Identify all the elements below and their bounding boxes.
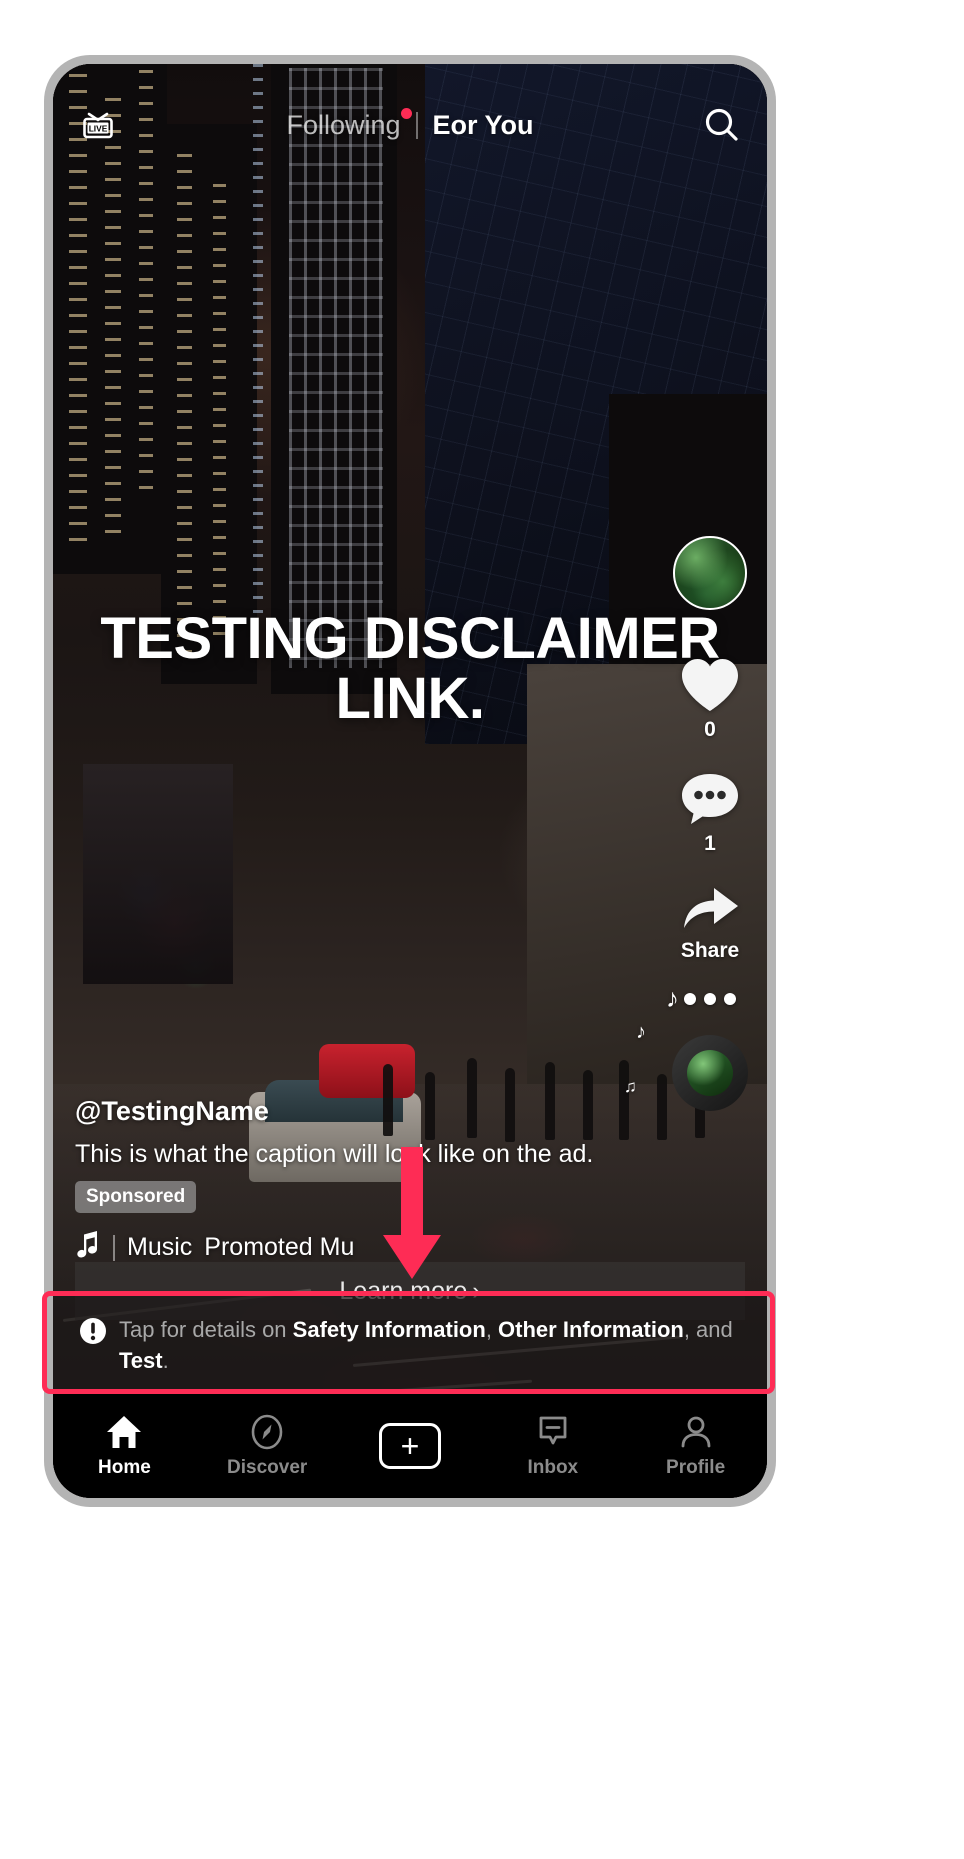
share-label: Share xyxy=(680,939,740,962)
avatar xyxy=(673,536,747,610)
tab-discover-label: Discover xyxy=(227,1457,308,1478)
pedestrian xyxy=(657,1074,667,1140)
disclaimer-suffix: . xyxy=(162,1347,169,1373)
tab-profile-label: Profile xyxy=(666,1457,726,1478)
heart-icon xyxy=(682,659,738,711)
svg-text:LIVE: LIVE xyxy=(89,124,108,134)
disclaimer-separator-2: , and xyxy=(683,1316,733,1342)
like-button[interactable]: 0 xyxy=(678,656,742,742)
vehicle xyxy=(319,1044,415,1098)
music-row[interactable]: Music Promoted Mu xyxy=(75,1229,635,1266)
building-silhouette xyxy=(161,124,257,684)
home-icon xyxy=(107,1416,142,1448)
music-disc-button[interactable]: ♪ ♪ ♫ xyxy=(624,983,748,1111)
tab-discover[interactable]: Discover xyxy=(196,1413,339,1479)
music-note-icon xyxy=(75,1229,101,1266)
phone-bezel: TESTING DISCLAIMER LINK. LIVE Following xyxy=(44,55,776,1507)
music-note-icon: ♪ xyxy=(636,1021,646,1043)
tab-following-label: Following xyxy=(286,109,401,140)
video-headline-text: TESTING DISCLAIMER LINK. xyxy=(100,606,720,732)
comment-button[interactable]: 1 xyxy=(679,770,741,856)
disclaimer-prefix: Tap for details on xyxy=(119,1316,293,1342)
three-dots-icon xyxy=(724,993,736,1005)
music-track-name: Promoted Mu xyxy=(204,1233,355,1261)
tab-for-you-label: Eor You xyxy=(432,109,534,140)
music-note-glyph xyxy=(77,1231,98,1258)
person-icon xyxy=(681,1416,710,1448)
share-arrow-icon xyxy=(684,888,738,928)
search-icon xyxy=(705,108,738,141)
down-arrow-annotation-icon xyxy=(383,1147,441,1279)
more-options-button[interactable] xyxy=(684,993,736,1005)
disclaimer-banner[interactable]: Tap for details on Safety Information, O… xyxy=(53,1293,767,1394)
three-dots-icon xyxy=(684,993,696,1005)
tab-create[interactable]: + xyxy=(339,1423,482,1469)
tab-inbox[interactable]: Inbox xyxy=(481,1413,624,1479)
inbox-icon xyxy=(539,1416,567,1445)
sponsored-badge: Sponsored xyxy=(75,1181,197,1213)
screenshot-root: TESTING DISCLAIMER LINK. LIVE Following xyxy=(0,0,964,1859)
compass-icon xyxy=(251,1414,283,1450)
music-disc xyxy=(687,1050,733,1096)
action-rail: 0 1 Share ♪ ♪ ♫ xyxy=(624,536,753,1111)
tab-home[interactable]: Home xyxy=(53,1413,196,1479)
building-window-column xyxy=(105,98,121,538)
music-note-icon: ♫ xyxy=(624,1077,637,1096)
tab-for-you[interactable]: Eor You xyxy=(433,110,534,141)
tab-inbox-label: Inbox xyxy=(527,1457,579,1478)
search-button[interactable] xyxy=(699,102,745,148)
disclaimer-link-safety[interactable]: Safety Information xyxy=(293,1317,486,1342)
led-facade xyxy=(289,68,383,668)
plus-icon: + xyxy=(378,1423,441,1469)
following-notification-dot xyxy=(400,107,412,119)
exclamation-circle-glyph xyxy=(80,1317,106,1344)
share-button[interactable]: Share xyxy=(678,884,742,963)
three-dots-icon xyxy=(704,993,716,1005)
music-label: Music xyxy=(127,1233,193,1261)
tab-profile[interactable]: Profile xyxy=(624,1413,767,1479)
music-note-icon: ♪ xyxy=(666,983,679,1013)
feed-tabs: Following Eor You xyxy=(121,107,699,141)
like-count: 0 xyxy=(704,718,716,741)
music-divider xyxy=(113,1234,115,1261)
ad-info-block: @TestingName This is what the caption wi… xyxy=(75,1096,635,1266)
storefront xyxy=(83,764,233,984)
comment-icon xyxy=(682,774,738,824)
top-navigation-bar: LIVE Following Eor You xyxy=(53,96,767,154)
tab-divider xyxy=(415,111,418,139)
tab-home-label: Home xyxy=(98,1457,151,1478)
disclaimer-text: Tap for details on Safety Information, O… xyxy=(119,1314,741,1376)
ad-caption: This is what the caption will look like … xyxy=(75,1140,594,1168)
disclaimer-link-other[interactable]: Other Information xyxy=(498,1317,684,1342)
author-avatar-button[interactable] xyxy=(673,536,747,610)
author-handle[interactable]: @TestingName xyxy=(75,1096,635,1127)
building-window-column xyxy=(177,154,192,654)
live-icon: LIVE xyxy=(83,112,113,139)
live-button[interactable]: LIVE xyxy=(75,102,121,148)
bottom-tab-bar: Home Discover + Inbox Profile xyxy=(53,1394,767,1498)
comment-count: 1 xyxy=(704,832,716,855)
disclaimer-separator-1: , xyxy=(485,1316,499,1342)
down-arrow-annotation xyxy=(383,1147,441,1287)
exclamation-circle-icon xyxy=(79,1317,107,1350)
building-window-column xyxy=(213,184,226,644)
tab-following[interactable]: Following xyxy=(286,107,412,141)
disclaimer-link-test[interactable]: Test xyxy=(119,1348,163,1373)
